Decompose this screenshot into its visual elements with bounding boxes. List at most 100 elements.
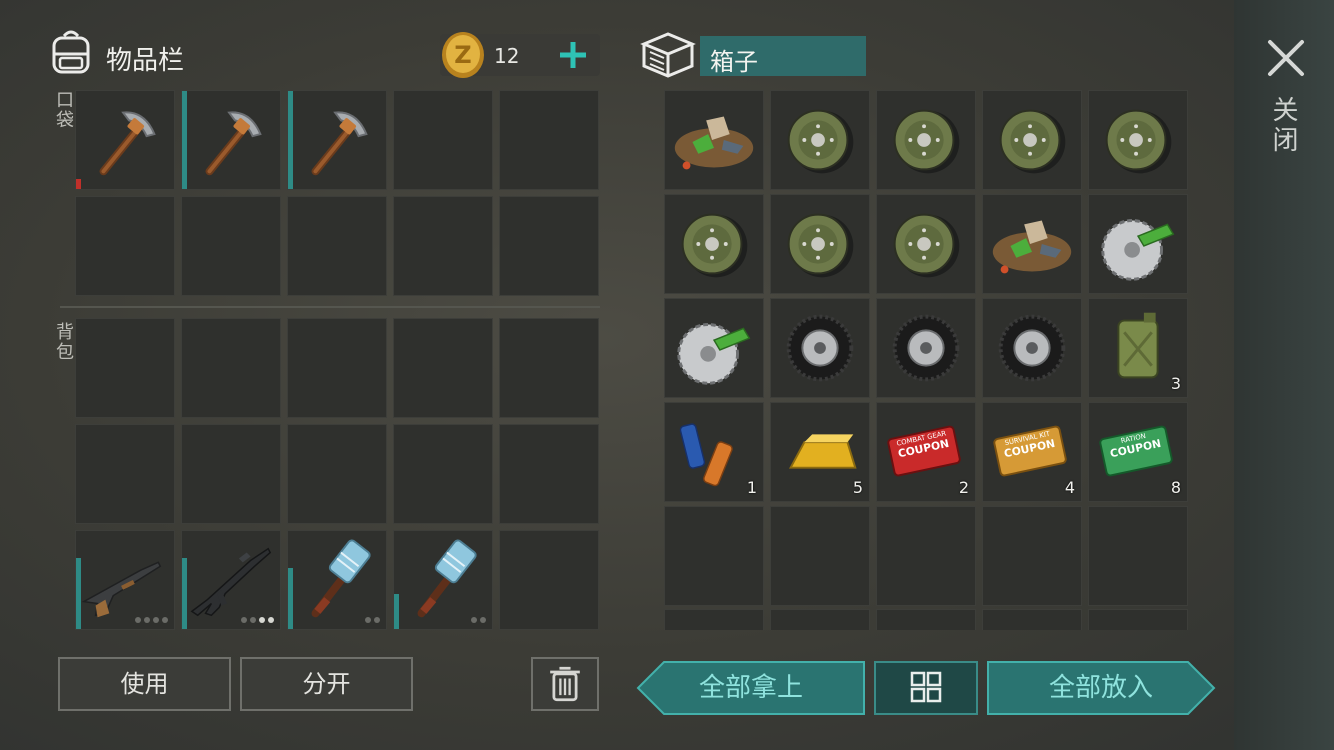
container-slot-empty[interactable] bbox=[664, 506, 764, 606]
pocket-slot-pickaxe[interactable] bbox=[75, 90, 175, 190]
container-slot-wheel-hub[interactable] bbox=[982, 90, 1082, 190]
ammo-dot bbox=[135, 617, 141, 623]
take-all-button[interactable]: 全部拿上 bbox=[636, 660, 866, 716]
container-slot-coupon-red[interactable]: COUPON COMBAT GEAR 2 bbox=[876, 402, 976, 502]
durability-bar bbox=[288, 568, 293, 629]
container-slot-wheel-hub[interactable] bbox=[664, 194, 764, 294]
container-slot-coupon-orange[interactable]: COUPON SURVIVAL KIT 4 bbox=[982, 402, 1082, 502]
container-slot-wheel-hub[interactable] bbox=[770, 90, 870, 190]
container-slot-coupon-green[interactable]: COUPON RATION 8 bbox=[1088, 402, 1188, 502]
container-slot-empty[interactable] bbox=[876, 506, 976, 606]
pocket-slot-empty[interactable] bbox=[75, 196, 175, 296]
container-slot-wheel-hub[interactable] bbox=[876, 90, 976, 190]
backpack-slot-shotgun[interactable] bbox=[75, 530, 175, 630]
ammo-dot bbox=[153, 617, 159, 623]
pocket-slot-empty[interactable] bbox=[393, 196, 493, 296]
saw-blade-icon bbox=[677, 323, 751, 385]
take-all-label: 全部拿上 bbox=[698, 673, 803, 703]
container-slot-wheel-hub[interactable] bbox=[770, 194, 870, 294]
wheel-hub-icon bbox=[893, 213, 960, 278]
container-slot-saw-blade[interactable] bbox=[664, 298, 764, 398]
backpack-slot-empty[interactable] bbox=[287, 424, 387, 524]
container-slot-batteries[interactable]: 1 bbox=[664, 402, 764, 502]
container-slot-wheel-hub[interactable] bbox=[1088, 90, 1188, 190]
pocket-slot-pickaxe[interactable] bbox=[287, 90, 387, 190]
ammo-dots bbox=[471, 617, 486, 623]
backpack-slot-empty[interactable] bbox=[499, 530, 599, 630]
container-slot-scrap-pile[interactable] bbox=[664, 90, 764, 190]
backpack-slot-empty[interactable] bbox=[287, 318, 387, 418]
backpack-slot-sledgehammer[interactable] bbox=[393, 530, 493, 630]
wheel-hub-icon bbox=[1105, 109, 1172, 174]
wheel-hub-icon bbox=[893, 109, 960, 174]
container-slot-gold-bar[interactable]: 5 bbox=[770, 402, 870, 502]
backpack-slot-empty[interactable] bbox=[393, 318, 493, 418]
container-slot-tire[interactable] bbox=[876, 298, 976, 398]
container-slot-wheel-hub[interactable] bbox=[876, 194, 976, 294]
pockets-label: 口袋 bbox=[53, 90, 74, 130]
ammo-dot bbox=[480, 617, 486, 623]
saw-blade-icon bbox=[1101, 219, 1175, 281]
backpack-slot-empty[interactable] bbox=[181, 318, 281, 418]
add-coins-icon[interactable] bbox=[558, 40, 588, 70]
pocket-slot-pickaxe[interactable] bbox=[181, 90, 281, 190]
scrap-pile-icon bbox=[674, 116, 754, 170]
backpack-slot-empty[interactable] bbox=[499, 318, 599, 418]
pickaxe-icon bbox=[311, 111, 368, 176]
item-quantity: 3 bbox=[1170, 374, 1181, 393]
wheel-hub-icon bbox=[681, 213, 748, 278]
item-quantity: 2 bbox=[958, 478, 969, 497]
close-icon[interactable] bbox=[1266, 38, 1306, 78]
trash-button[interactable] bbox=[531, 657, 599, 711]
backpack-slot-empty[interactable] bbox=[499, 424, 599, 524]
backpack-slot-empty[interactable] bbox=[181, 424, 281, 524]
wheel-hub-icon bbox=[999, 109, 1066, 174]
ammo-dot bbox=[259, 617, 265, 623]
backpack-slot-sledgehammer[interactable] bbox=[287, 530, 387, 630]
container-slot-empty[interactable] bbox=[1088, 506, 1188, 606]
backpack-slot-assault-rifle[interactable] bbox=[181, 530, 281, 630]
pocket-slot-empty[interactable] bbox=[499, 196, 599, 296]
wheel-hub-icon bbox=[787, 213, 854, 278]
close-label[interactable]: 关闭 bbox=[1268, 96, 1302, 156]
backpack-slot-empty[interactable] bbox=[75, 424, 175, 524]
container-grid-next-row bbox=[664, 609, 1188, 630]
container-name[interactable]: 箱子 bbox=[700, 36, 866, 76]
ammo-dot bbox=[374, 617, 380, 623]
pocket-slot-empty[interactable] bbox=[181, 196, 281, 296]
durability-bar bbox=[182, 91, 187, 189]
pocket-slot-empty[interactable] bbox=[499, 90, 599, 190]
container-slot-empty[interactable] bbox=[982, 506, 1082, 606]
container-slot-tire[interactable] bbox=[770, 298, 870, 398]
durability-bar bbox=[76, 179, 81, 189]
inventory-title: 物品栏 bbox=[106, 46, 185, 76]
container-slot-scrap-pile[interactable] bbox=[982, 194, 1082, 294]
durability-bar bbox=[76, 558, 81, 629]
backpack-icon bbox=[52, 30, 90, 74]
wheel-hub-icon bbox=[787, 109, 854, 174]
grid-icon bbox=[910, 671, 942, 703]
pocket-slot-empty[interactable] bbox=[393, 90, 493, 190]
sort-grid-button[interactable] bbox=[874, 661, 978, 715]
tire-icon bbox=[786, 314, 854, 382]
backpack-slot-empty[interactable] bbox=[393, 424, 493, 524]
use-button[interactable]: 使用 bbox=[58, 657, 231, 711]
container-slot-jerry-can[interactable]: 3 bbox=[1088, 298, 1188, 398]
put-all-label: 全部放入 bbox=[1048, 673, 1153, 703]
coin-count: 12 bbox=[494, 44, 520, 68]
ammo-dots bbox=[241, 617, 274, 623]
container-slot-saw-blade[interactable] bbox=[1088, 194, 1188, 294]
pocket-slot-empty[interactable] bbox=[287, 196, 387, 296]
backpack-slot-empty[interactable] bbox=[75, 318, 175, 418]
durability-bar bbox=[288, 91, 293, 189]
item-quantity: 1 bbox=[746, 478, 757, 497]
put-all-button[interactable]: 全部放入 bbox=[986, 660, 1216, 716]
ammo-dot bbox=[241, 617, 247, 623]
sledgehammer-icon bbox=[311, 539, 371, 618]
ammo-dot bbox=[365, 617, 371, 623]
item-quantity: 5 bbox=[852, 478, 863, 497]
tire-icon bbox=[892, 314, 960, 382]
split-button[interactable]: 分开 bbox=[240, 657, 413, 711]
container-slot-tire[interactable] bbox=[982, 298, 1082, 398]
container-slot-empty[interactable] bbox=[770, 506, 870, 606]
